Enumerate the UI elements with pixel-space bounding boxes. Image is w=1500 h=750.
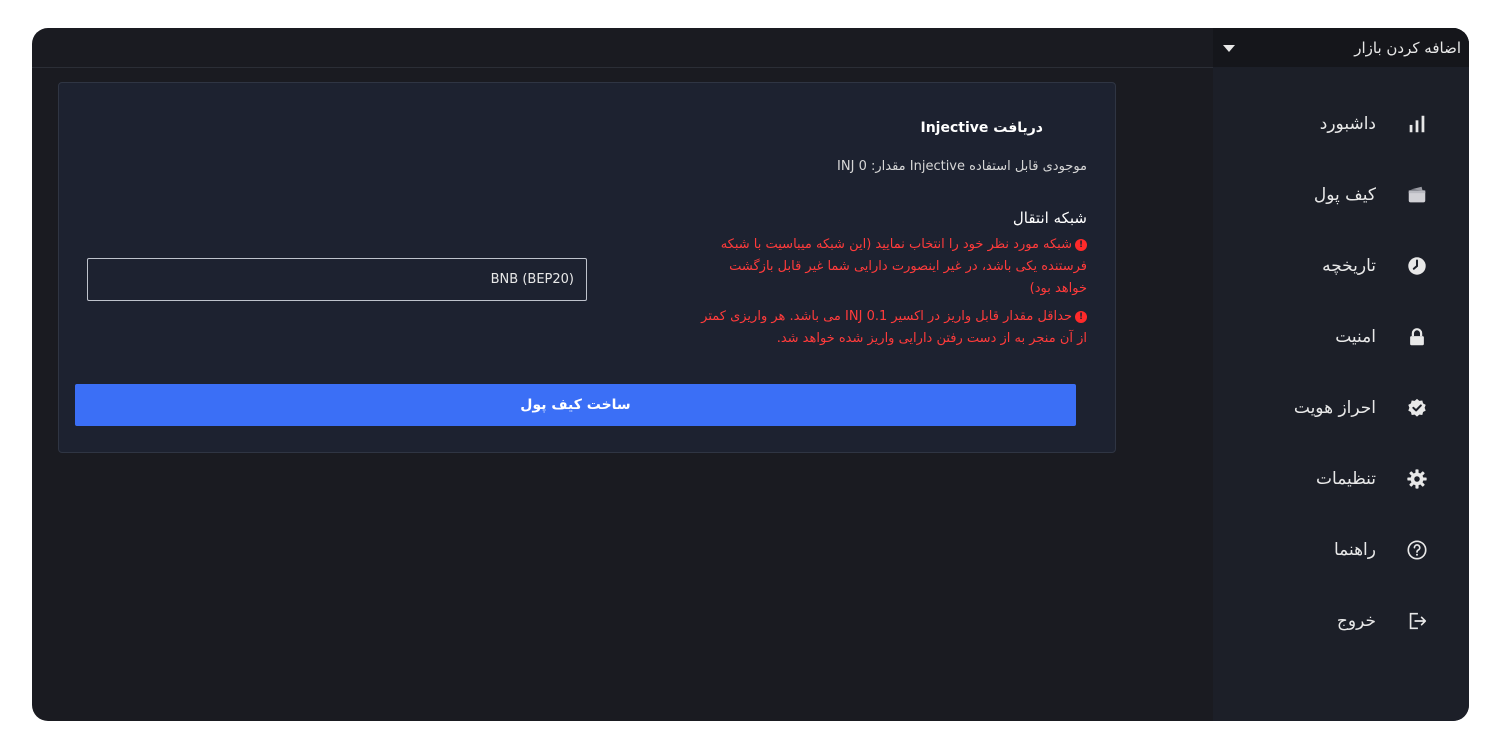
clock-icon	[1405, 254, 1429, 278]
lock-icon	[1405, 325, 1429, 349]
sidebar-item-label: داشبورد	[1319, 113, 1376, 134]
minimum-deposit-warning: !حداقل مقدار قابل واریز در اکسیر 0.1 INJ…	[697, 306, 1087, 350]
sidebar-item-label: احراز هویت	[1293, 397, 1376, 418]
wallet-icon	[1405, 183, 1429, 207]
verified-icon	[1405, 396, 1429, 420]
create-wallet-button[interactable]: ساخت کیف پول	[75, 384, 1076, 426]
sidebar-item-logout[interactable]: خروج	[1213, 585, 1469, 656]
caret-down-icon	[1223, 45, 1235, 52]
sidebar-item-security[interactable]: امنیت	[1213, 301, 1469, 372]
sidebar-item-dashboard[interactable]: داشبورد	[1213, 88, 1469, 159]
sidebar-item-verification[interactable]: احراز هویت	[1213, 372, 1469, 443]
available-balance: موجودی قابل استفاده Injective مقدار: 0 I…	[837, 159, 1087, 174]
sidebar-item-help[interactable]: راهنما	[1213, 514, 1469, 585]
network-warning-text: شبکه مورد نظر خود را انتخاب نمایید (این …	[720, 237, 1087, 296]
sidebar-item-label: امنیت	[1335, 326, 1376, 347]
sidebar-item-label: راهنما	[1333, 539, 1376, 560]
help-icon	[1405, 538, 1429, 562]
sidebar-item-label: تاریخچه	[1322, 255, 1376, 276]
sidebar-item-wallet[interactable]: کیف پول	[1213, 159, 1469, 230]
network-title: شبکه انتقال	[1012, 209, 1087, 227]
sidebar-nav: داشبورد کیف پول تاریخچه امنیت احراز هویت…	[1213, 88, 1469, 656]
network-select[interactable]: BNB (BEP20)	[87, 258, 587, 301]
sidebar: اضافه کردن بازار داشبورد کیف پول تاریخچه	[1213, 28, 1469, 721]
network-select-value: BNB (BEP20)	[490, 272, 574, 287]
bar-chart-icon	[1405, 112, 1429, 136]
app-window: اضافه کردن بازار داشبورد کیف پول تاریخچه	[32, 28, 1469, 721]
sidebar-item-label: تنظیمات	[1316, 468, 1376, 489]
sidebar-item-label: کیف پول	[1313, 184, 1376, 205]
topbar-divider	[32, 67, 1213, 68]
warning-icon: !	[1075, 239, 1087, 251]
sidebar-item-label: خروج	[1336, 610, 1376, 631]
add-market-label: اضافه کردن بازار	[1354, 38, 1461, 57]
minimum-deposit-warning-text: حداقل مقدار قابل واریز در اکسیر 0.1 INJ …	[701, 309, 1087, 346]
network-warning: !شبکه مورد نظر خود را انتخاب نمایید (این…	[697, 234, 1087, 300]
receive-card: دریافت Injective موجودی قابل استفاده Inj…	[58, 82, 1116, 453]
logout-icon	[1405, 609, 1429, 633]
gear-icon	[1405, 467, 1429, 491]
warning-icon: !	[1075, 311, 1087, 323]
add-market-dropdown[interactable]: اضافه کردن بازار	[1213, 28, 1469, 67]
sidebar-item-history[interactable]: تاریخچه	[1213, 230, 1469, 301]
card-title: دریافت Injective	[920, 120, 1043, 136]
sidebar-item-settings[interactable]: تنظیمات	[1213, 443, 1469, 514]
